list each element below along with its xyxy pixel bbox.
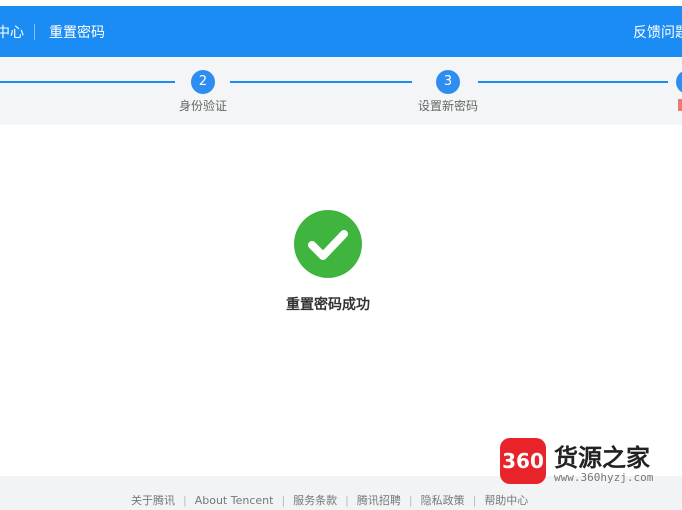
step-2-circle: 2: [191, 70, 215, 94]
step-connector: [478, 81, 668, 83]
footer-link-careers[interactable]: 腾讯招聘: [357, 494, 401, 507]
step-2-label: 身份验证: [179, 99, 228, 113]
header-divider: [34, 24, 35, 40]
footer-divider: |: [408, 494, 413, 507]
footer-divider: |: [472, 494, 477, 507]
step-next-label: [678, 99, 682, 111]
success-message: 重置密码成功: [286, 297, 370, 313]
success-check-icon: [294, 210, 362, 278]
top-header-bar: 中心 重置密码 反馈问题: [0, 6, 682, 57]
footer-links: 关于腾讯 | About Tencent | 服务条款 | 腾讯招聘 | 隐私政策 | 帮助中心: [131, 492, 528, 508]
header-home-link[interactable]: 中心: [0, 22, 24, 42]
footer-divider: |: [183, 494, 187, 507]
footer-link-terms[interactable]: 服务条款: [293, 494, 337, 507]
footer-link-privacy[interactable]: 隐私政策: [421, 494, 465, 507]
footer-divider: |: [345, 494, 349, 507]
step-connector: [0, 81, 175, 83]
watermark-url: www.360hyzj.com: [554, 471, 654, 484]
watermark-title: 货源之家: [554, 444, 650, 472]
footer-link-about-en[interactable]: About Tencent: [195, 494, 274, 507]
step-next-circle: [676, 70, 682, 94]
progress-steps: 2 身份验证 3 设置新密码: [0, 57, 682, 125]
footer-link-about-cn[interactable]: 关于腾讯: [131, 494, 175, 507]
footer-divider: |: [281, 494, 286, 507]
watermark-logo: 360: [500, 438, 546, 484]
feedback-link[interactable]: 反馈问题: [633, 22, 682, 42]
step-connector: [230, 81, 412, 83]
footer-link-help[interactable]: 帮助中心: [484, 494, 528, 507]
step-3-label: 设置新密码: [418, 99, 479, 113]
watermark: 360 货源之家 www.360hyzj.com: [498, 436, 682, 488]
step-3-circle: 3: [436, 70, 460, 94]
page-title: 重置密码: [49, 25, 105, 41]
